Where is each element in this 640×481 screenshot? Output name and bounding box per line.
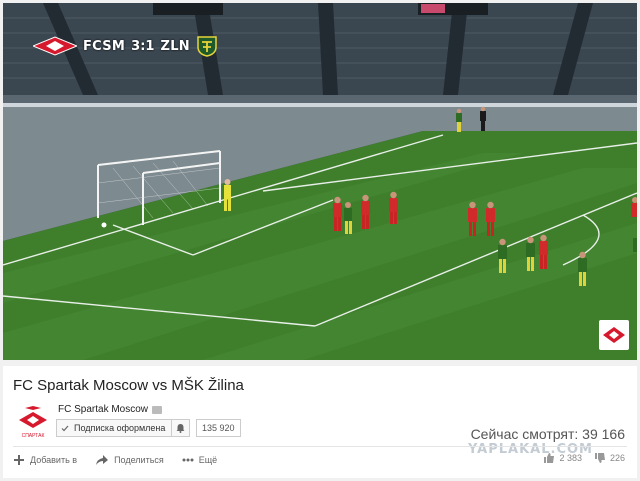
thumbs-down-icon bbox=[594, 453, 605, 463]
add-to-button[interactable]: Добавить в bbox=[13, 454, 77, 466]
share-icon bbox=[96, 455, 109, 465]
share-label: Поделиться bbox=[114, 455, 164, 465]
plus-icon bbox=[14, 455, 24, 465]
more-button[interactable]: Ещё bbox=[182, 455, 217, 465]
dislike-button[interactable]: 226 bbox=[594, 452, 625, 464]
like-count: 2 383 bbox=[559, 453, 582, 463]
subscribe-label: Подписка оформлена bbox=[74, 423, 166, 433]
spartak-logo-icon bbox=[33, 36, 77, 56]
channel-name[interactable]: FC Spartak Moscow bbox=[58, 404, 148, 415]
spartak-avatar-icon: СПАРТАК bbox=[19, 406, 47, 439]
more-label: Ещё bbox=[198, 455, 218, 465]
channel-avatar[interactable]: СПАРТАК bbox=[17, 404, 49, 440]
video-title: FC Spartak Moscow vs MŠK Žilina bbox=[13, 377, 244, 394]
action-bar: Добавить в Поделиться Ещё bbox=[13, 454, 217, 466]
home-team: FCSM bbox=[83, 38, 126, 54]
channel-name-row[interactable]: FC Spartak Moscow bbox=[58, 404, 163, 415]
bell-icon bbox=[176, 424, 185, 433]
channel-logo-text: СПАРТАК bbox=[22, 433, 45, 439]
share-button[interactable]: Поделиться bbox=[95, 454, 164, 466]
video-info-panel: FC Spartak Moscow vs MŠK Žilina СПАРТАК … bbox=[3, 366, 637, 478]
subscribe-label-wrap[interactable]: Подписка оформлена bbox=[57, 423, 171, 433]
notification-bell-button[interactable] bbox=[171, 420, 189, 436]
verified-icon bbox=[152, 405, 163, 414]
dislike-count: 226 bbox=[609, 453, 625, 463]
zilina-logo-icon bbox=[197, 36, 217, 57]
more-dots-icon bbox=[182, 458, 194, 462]
thumbs-up-icon bbox=[544, 453, 555, 463]
divider bbox=[13, 446, 627, 447]
video-player[interactable]: FCSM 3:1 ZLN bbox=[3, 3, 637, 360]
channel-watermark-logo bbox=[599, 320, 629, 350]
subscriber-count: 135 920 bbox=[196, 419, 241, 437]
score-result: 3:1 bbox=[131, 38, 155, 54]
checkmark-icon bbox=[61, 425, 69, 431]
away-team: ZLN bbox=[160, 38, 190, 54]
live-viewers-count: Сейчас смотрят: 39 166 bbox=[470, 426, 625, 442]
like-button[interactable]: 2 383 bbox=[543, 452, 582, 464]
page: FCSM 3:1 ZLN FC Spartak Moscow vs MŠK Ži… bbox=[0, 0, 640, 481]
score-overlay: FCSM 3:1 ZLN bbox=[33, 35, 218, 57]
add-to-label: Добавить в bbox=[30, 455, 78, 465]
subscribe-button[interactable]: Подписка оформлена bbox=[56, 419, 191, 437]
rating-bar: 2 383 226 bbox=[543, 452, 625, 464]
spartak-watermark-icon bbox=[603, 327, 625, 343]
